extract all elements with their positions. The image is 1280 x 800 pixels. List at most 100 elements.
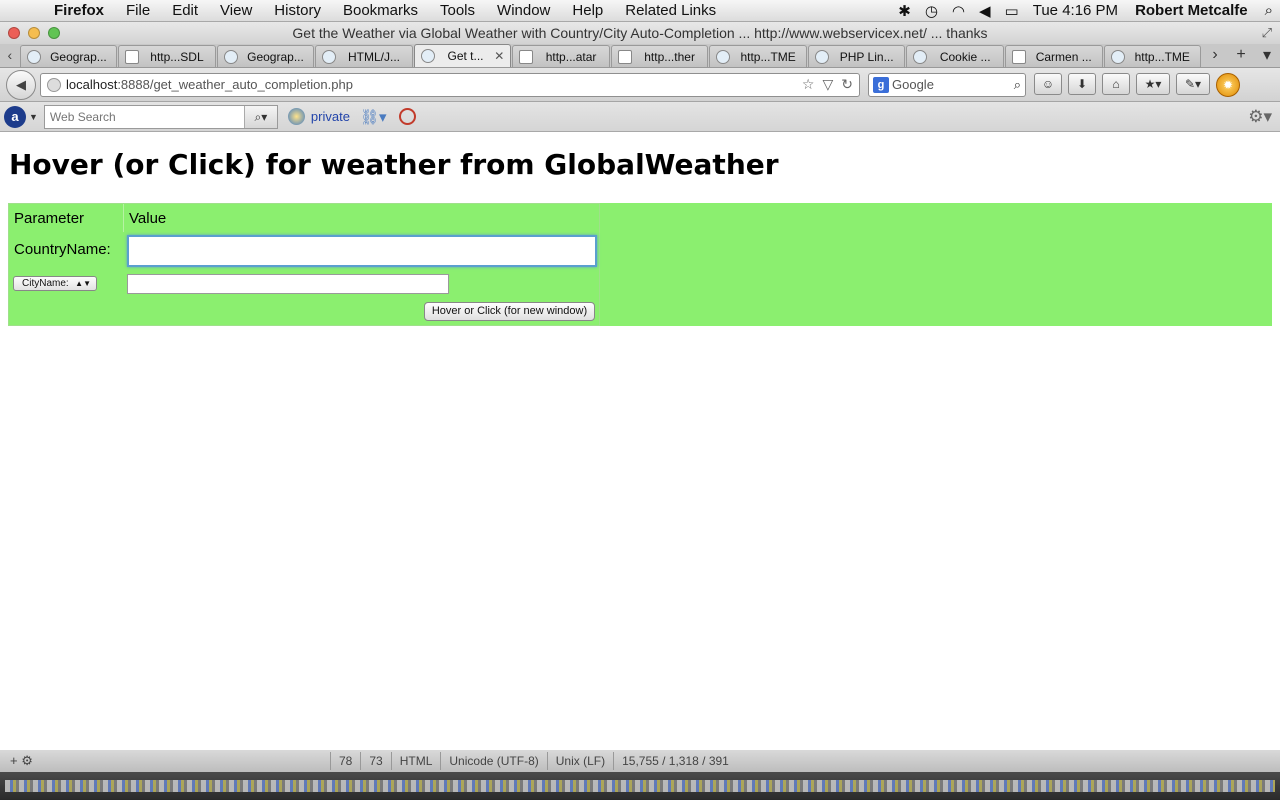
volume-icon[interactable]: ◀ <box>972 2 998 20</box>
country-name-input[interactable] <box>127 235 597 267</box>
browser-window: Get the Weather via Global Weather with … <box>0 22 1280 750</box>
menu-history[interactable]: History <box>263 2 332 19</box>
search-engine-name: Google <box>892 77 934 92</box>
search-icon[interactable]: ⌕ <box>1014 77 1021 93</box>
tab-active[interactable]: Get t... ✕ <box>413 44 512 67</box>
favicon-icon <box>420 49 435 63</box>
page-content: Hover (or Click) for weather from Global… <box>0 140 1280 750</box>
ask-dropdown-icon[interactable]: ▼ <box>29 112 38 122</box>
spotlight-search-icon[interactable]: ⌕ <box>1258 2 1280 19</box>
addon-toolbar: a ▼ ⌕▾ private ⛓▾ ⚙▾ <box>0 102 1280 132</box>
new-tab-icon[interactable]: + <box>1228 46 1254 64</box>
clock[interactable]: Tue 4:16 PM <box>1026 2 1125 19</box>
hover-or-click-button[interactable]: Hover or Click (for new window) <box>424 302 595 321</box>
favicon-icon <box>814 49 829 64</box>
reload-icon[interactable]: ↻ <box>841 76 853 93</box>
menu-bar: Firefox File Edit View History Bookmarks… <box>0 0 1280 22</box>
minimize-window-button[interactable] <box>28 27 40 39</box>
tools-menu-icon[interactable]: ✎▾ <box>1176 72 1210 95</box>
google-icon[interactable]: g <box>873 76 889 93</box>
back-button[interactable]: ◀ <box>6 69 36 100</box>
line-endings[interactable]: Unix (LF) <box>546 752 613 770</box>
bookmarks-menu-icon[interactable]: ★▾ <box>1136 72 1170 95</box>
tab[interactable]: http...SDL <box>118 45 216 67</box>
tab[interactable]: Cookie ... <box>906 45 1004 67</box>
menu-help[interactable]: Help <box>561 2 614 19</box>
status-tools-icon[interactable]: + ⚙ <box>0 753 60 769</box>
title-bar: Get the Weather via Global Weather with … <box>0 22 1280 44</box>
battery-icon[interactable]: ▭ <box>998 2 1026 20</box>
city-select-value: CityName: <box>22 278 69 289</box>
favicon-icon <box>1011 49 1026 64</box>
editor-status-bar: + ⚙ 78 73 HTML Unicode (UTF-8) Unix (LF)… <box>0 750 1280 772</box>
select-arrows-icon: ▲▼ <box>75 279 91 288</box>
addon-icon[interactable]: ☺ <box>1034 72 1062 95</box>
persona-icon[interactable]: ✹ <box>1216 72 1240 97</box>
tab-scroll-left-icon[interactable]: ‹ <box>0 43 20 67</box>
column-number: 73 <box>360 752 390 770</box>
city-name-select[interactable]: CityName: ▲▼ <box>13 276 97 291</box>
tab-scroll-right-icon[interactable]: › <box>1202 46 1228 64</box>
link-chain-icon[interactable]: ⛓▾ <box>360 108 387 126</box>
dock <box>0 772 1280 800</box>
ask-logo-icon[interactable]: a <box>4 105 26 128</box>
encoding[interactable]: Unicode (UTF-8) <box>440 752 546 770</box>
favicon-icon <box>716 49 731 64</box>
private-browsing[interactable]: private <box>287 108 350 125</box>
dock-icons[interactable] <box>5 780 1275 792</box>
web-search-input[interactable] <box>44 105 244 128</box>
bluetooth-icon[interactable]: ✱ <box>891 2 918 20</box>
private-icon <box>287 108 305 125</box>
time-machine-icon[interactable]: ◷ <box>918 2 945 20</box>
header-parameter: Parameter <box>14 210 85 227</box>
menu-tools[interactable]: Tools <box>429 2 486 19</box>
tab[interactable]: http...ther <box>610 45 709 67</box>
favicon-icon <box>223 49 238 64</box>
menu-view[interactable]: View <box>209 2 263 19</box>
zoom-window-button[interactable] <box>48 27 60 39</box>
language-mode[interactable]: HTML <box>390 752 441 770</box>
tab[interactable]: http...TME <box>1103 45 1202 67</box>
site-identity-icon[interactable] <box>47 77 61 92</box>
url-host: localhost <box>66 77 118 92</box>
line-number: 78 <box>330 752 360 770</box>
web-search-button[interactable]: ⌕▾ <box>243 105 277 128</box>
timer-icon[interactable] <box>398 108 416 125</box>
menu-app-firefox[interactable]: Firefox <box>40 2 115 19</box>
favicon-icon <box>617 49 632 64</box>
tab[interactable]: http...TME <box>709 45 807 67</box>
tab[interactable]: Geograp... <box>216 45 315 67</box>
city-name-input[interactable] <box>127 274 449 294</box>
favicon-icon <box>125 49 140 64</box>
downloads-icon[interactable]: ⬇ <box>1068 72 1096 95</box>
menu-related-links[interactable]: Related Links <box>614 2 727 19</box>
bookmark-star-icon[interactable]: ☆ <box>802 76 815 93</box>
parameter-table: Parameter Value CountryName: CityName: ▲▼… <box>8 203 600 326</box>
tab[interactable]: Carmen ... <box>1004 45 1103 67</box>
country-name-label: CountryName: <box>14 241 111 258</box>
settings-gear-icon[interactable]: ⚙▾ <box>1248 107 1276 127</box>
home-icon[interactable]: ⌂ <box>1102 72 1130 95</box>
search-bar[interactable]: g Google ⌕ <box>868 72 1026 97</box>
tab[interactable]: http...atar <box>512 45 610 67</box>
menu-bookmarks[interactable]: Bookmarks <box>332 2 429 19</box>
tab[interactable]: Geograp... <box>19 45 118 67</box>
user-name[interactable]: Robert Metcalfe <box>1125 2 1258 19</box>
menu-file[interactable]: File <box>115 2 161 19</box>
close-window-button[interactable] <box>8 27 20 39</box>
tab[interactable]: PHP Lin... <box>807 45 906 67</box>
fullscreen-icon[interactable]: ⤢ <box>1262 25 1272 41</box>
wifi-icon[interactable]: ◠ <box>945 2 972 20</box>
tab[interactable]: HTML/J... <box>315 45 413 67</box>
url-path: :8888/get_weather_auto_completion.php <box>117 77 353 92</box>
tab-bar: ‹ Geograp... http...SDL Geograp... HTML/… <box>0 44 1280 68</box>
history-dropdown-icon[interactable]: ▽ <box>822 76 833 93</box>
menu-window[interactable]: Window <box>486 2 561 19</box>
menu-edit[interactable]: Edit <box>161 2 209 19</box>
list-all-tabs-icon[interactable]: ▾ <box>1254 45 1280 65</box>
web-search-box: ⌕▾ <box>43 104 278 129</box>
close-tab-icon[interactable]: ✕ <box>494 49 504 63</box>
favicon-icon <box>913 49 928 64</box>
favicon-icon <box>322 49 337 64</box>
url-bar[interactable]: localhost:8888/get_weather_auto_completi… <box>40 72 860 97</box>
